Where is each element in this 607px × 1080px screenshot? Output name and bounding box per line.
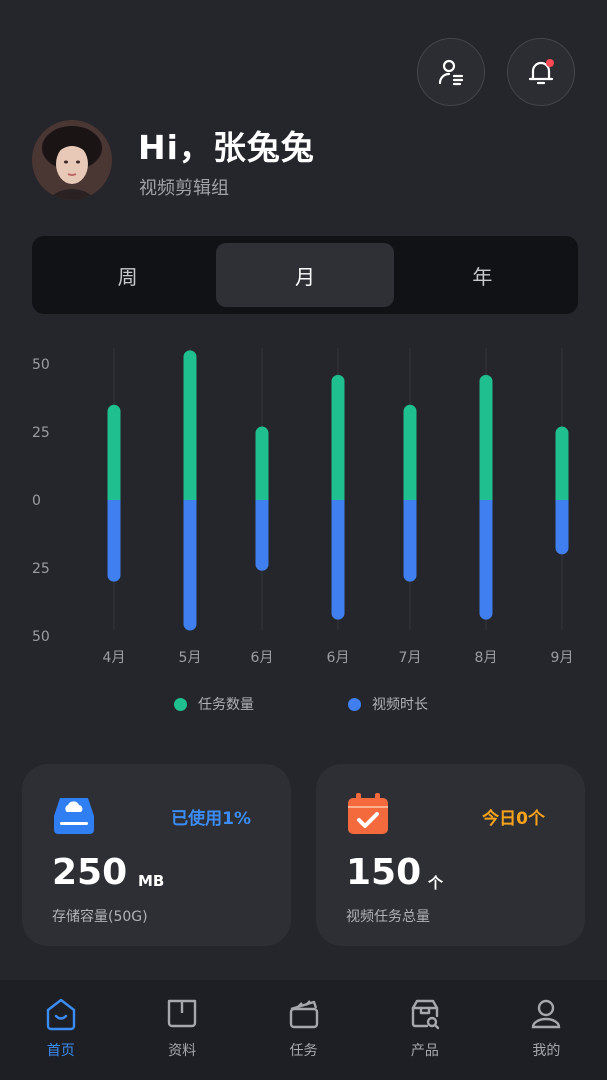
legend-swatch-duration [348,697,361,711]
legend-item-duration: 视频时长 [348,694,428,714]
bar-tasks [107,404,121,506]
x-tick-label: 6月 [251,650,274,666]
period-segmented-control: 周 月 年 [32,236,578,314]
bar-tasks [555,426,569,506]
bar-duration [331,500,345,620]
legend-item-tasks: 任务数量 [174,694,254,714]
bottom-tab-bar: 首页 资料 任务 产品 我的 [0,980,607,1080]
x-tick-label: 7月 [399,650,422,666]
tab-label-materials: 资料 [168,1043,197,1059]
bar-tasks [479,374,493,506]
user-icon [532,999,561,1029]
bar-duration [479,500,493,620]
x-tick-label: 4月 [103,650,126,666]
box-search-icon [411,999,440,1030]
user-switch-button[interactable] [417,38,485,106]
bar-duration-top [183,500,197,508]
x-tick-label: 9月 [551,650,574,666]
task-unit: 个 [428,874,444,892]
storage-usage-tag: 已使用1% [171,809,251,829]
bar-tasks [331,374,345,506]
bar-duration-top [255,500,269,508]
tab-tasks[interactable]: 任务 [243,980,364,1080]
bar-tasks [403,404,417,506]
bar-tasks [255,426,269,506]
y-tick-label: 50 [32,629,50,645]
greeting-title: Hi，张兔兔 [138,128,315,167]
clapperboard-icon [289,1000,318,1029]
legend-swatch-tasks [174,697,187,711]
bar-duration [555,500,569,555]
avatar[interactable] [32,120,112,200]
segment-year[interactable]: 年 [394,243,571,307]
tab-profile[interactable]: 我的 [486,980,607,1080]
storage-value: 250 [52,852,128,893]
user-switch-icon [438,59,464,86]
bar-duration-top [555,500,569,508]
legend-label-tasks: 任务数量 [198,697,254,713]
team-subtitle: 视频剪辑组 [139,178,229,199]
bar-duration [255,500,269,571]
bar-duration [403,500,417,582]
storage-unit: MB [138,872,165,890]
x-tick-label: 8月 [475,650,498,666]
x-tick-label: 6月 [327,650,350,666]
cloud-storage-icon [54,798,94,834]
bar-duration-top [403,500,417,508]
tab-label-profile: 我的 [532,1043,561,1059]
chart-legend: 任务数量 视频时长 [0,694,607,718]
tab-label-tasks: 任务 [289,1043,318,1059]
book-icon [167,999,197,1028]
bar-duration-top [331,500,345,508]
tab-label-home: 首页 [46,1043,75,1059]
legend-label-duration: 视频时长 [372,697,428,713]
storage-card[interactable]: 已使用1% 250 MB 存储容量(50G) [22,764,291,946]
home-icon [46,998,75,1031]
tab-label-products: 产品 [410,1043,439,1059]
tab-products[interactable]: 产品 [364,980,485,1080]
bar-duration-top [107,500,121,508]
task-card[interactable]: 今日0个 150 个 视频任务总量 [316,764,585,946]
calendar-check-icon [348,793,388,834]
x-tick-label: 5月 [179,650,202,666]
bar-duration [183,500,197,631]
bar-duration-top [479,500,493,508]
bar-duration [107,500,121,582]
y-tick-label: 25 [32,561,50,577]
task-video-chart: 50 25 0 25 50 4月 5月 6月 6月 7月 8月 9月 [32,348,574,666]
tab-materials[interactable]: 资料 [121,980,242,1080]
segment-month[interactable]: 月 [216,243,394,307]
y-tick-label: 25 [32,425,50,441]
y-tick-label: 50 [32,357,50,373]
bar-tasks [183,350,197,506]
storage-label: 存储容量(50G) [52,909,148,925]
segment-week[interactable]: 周 [39,243,216,307]
tab-home[interactable]: 首页 [0,980,121,1080]
notification-button[interactable] [507,38,575,106]
y-tick-label: 0 [32,493,41,509]
notification-dot [546,59,554,67]
task-today-tag: 今日0个 [482,809,545,829]
task-total-label: 视频任务总量 [346,909,430,925]
task-total-value: 150 [346,852,422,893]
